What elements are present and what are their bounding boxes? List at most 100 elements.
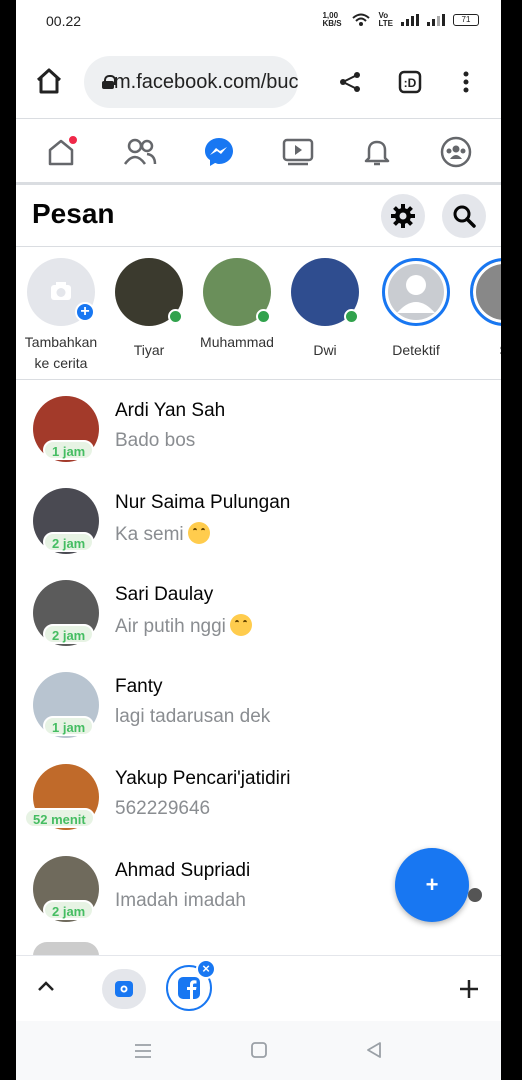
tabs-icon[interactable]: :D — [396, 68, 424, 96]
more-menu-icon[interactable] — [452, 68, 480, 96]
chevron-up-icon[interactable] — [36, 976, 56, 1001]
time-badge: 1 jam — [43, 440, 95, 460]
svg-text::D: :D — [404, 76, 417, 90]
nav-home[interactable] — [37, 128, 85, 176]
browser-toolbar: m.facebook.com/buc :D — [16, 50, 501, 114]
divider — [16, 246, 501, 247]
contact-name: Ahmad Supriadi — [115, 860, 251, 881]
facebook-icon — [178, 977, 200, 999]
groups-icon — [440, 136, 471, 168]
status-bar: 00.22 1,00 KB/S Vo LTE 71 — [16, 0, 501, 42]
story-item[interactable]: Detektif — [376, 258, 456, 361]
nav-watch[interactable] — [274, 128, 322, 176]
page-header: Pesan — [16, 186, 501, 246]
message-snippet: Imadah imadah — [115, 890, 246, 912]
new-tab-icon[interactable] — [458, 978, 480, 1005]
message-snippet: lagi tadarusan dek — [115, 706, 270, 728]
story-label: Muhammad — [200, 334, 274, 350]
story-item[interactable]: Dwi — [285, 258, 365, 361]
conversation-row[interactable]: 1 jam Fanty lagi tadarusan dek — [16, 666, 501, 758]
snippet-text: Imadah imadah — [115, 890, 246, 911]
facebook-nav — [16, 120, 501, 184]
status-icons: 1,00 KB/S Vo LTE 71 — [322, 12, 479, 28]
share-icon[interactable] — [336, 68, 364, 96]
home-icon[interactable] — [34, 66, 64, 96]
new-message-button[interactable]: + — [395, 848, 469, 922]
stories-row: + Tambahkan ke cerita Tiyar Muhammad Dwi… — [16, 252, 501, 380]
conversation-row[interactable]: 1 jam Ardi Yan Sah Bado bos — [16, 390, 501, 482]
story-item[interactable]: S — [464, 258, 501, 361]
snippet-text: Ka semi — [115, 524, 184, 545]
url-text: m.facebook.com/buc — [114, 70, 298, 93]
online-indicator — [344, 309, 359, 324]
friends-icon — [124, 138, 157, 165]
contact-name: Nur Saima Pulungan — [115, 492, 291, 513]
tab-facebook[interactable]: × — [166, 959, 216, 1011]
grin-emoji-icon — [187, 522, 210, 544]
recents-icon[interactable] — [134, 1043, 152, 1064]
nav-groups[interactable] — [432, 128, 480, 176]
story-label: Tambahkan ke cerita — [24, 334, 98, 371]
story-label: Detektif — [392, 342, 440, 358]
tab-other[interactable] — [102, 969, 146, 1009]
time-badge: 2 jam — [43, 624, 95, 644]
divider — [16, 118, 501, 119]
browser-tab-icon — [115, 981, 133, 997]
message-snippet: Ka semi — [115, 522, 210, 546]
snippet-text: Air putih nggi — [115, 616, 226, 637]
avatar — [203, 258, 271, 326]
message-snippet: Bado bos — [115, 430, 195, 452]
conversation-row[interactable]: 2 jam Nur Saima Pulungan Ka semi — [16, 482, 501, 574]
snippet-text: Bado bos — [115, 430, 196, 451]
avatar — [470, 258, 501, 326]
wifi-icon — [352, 13, 371, 26]
story-item[interactable]: Tiyar — [109, 258, 189, 361]
time-badge: 2 jam — [43, 532, 95, 552]
add-story-avatar: + — [27, 258, 95, 326]
status-time: 00.22 — [46, 13, 82, 29]
signal-icon — [401, 14, 419, 26]
time-badge: 1 jam — [43, 716, 95, 736]
contact-name: Yakup Pencari'jatidiri — [115, 768, 291, 789]
net-speed-icon: 1,00 KB/S — [322, 11, 342, 28]
snippet-text: lagi tadarusan dek — [115, 706, 271, 727]
url-bar[interactable]: m.facebook.com/buc — [84, 56, 298, 108]
story-label: S — [464, 340, 501, 361]
system-nav-bar — [16, 1021, 501, 1080]
search-button[interactable] — [442, 194, 486, 238]
story-label: Dwi — [313, 342, 337, 358]
time-badge: 2 jam — [43, 900, 95, 920]
message-snippet: Air putih nggi — [115, 614, 252, 638]
nav-friends[interactable] — [116, 128, 164, 176]
page-title: Pesan — [32, 198, 115, 229]
close-tab-icon[interactable]: × — [196, 959, 216, 979]
story-label: Tiyar — [133, 342, 165, 358]
story-add[interactable]: + Tambahkan ke cerita — [21, 258, 101, 374]
avatar — [33, 942, 99, 956]
story-item[interactable]: Muhammad — [197, 258, 277, 353]
notification-dot — [67, 134, 80, 146]
message-snippet: 562229646 — [115, 798, 210, 820]
contact-name: Sari Daulay — [115, 584, 214, 605]
online-indicator — [168, 309, 183, 324]
home-button-icon[interactable] — [251, 1042, 267, 1063]
gear-icon — [391, 204, 415, 228]
conversation-row[interactable]: 2 jam Sari Daulay Air putih nggi — [16, 574, 501, 666]
time-badge: 52 menit — [24, 808, 95, 828]
signal-2-icon — [427, 14, 445, 26]
settings-button[interactable] — [381, 194, 425, 238]
browser-tab-bar: × — [16, 955, 501, 1021]
chat-head-icon[interactable] — [468, 888, 482, 902]
nav-messenger[interactable] — [195, 128, 243, 176]
nav-divider — [16, 182, 501, 185]
default-avatar-icon — [397, 275, 435, 313]
smile-emoji-icon — [229, 614, 252, 636]
back-icon[interactable] — [366, 1042, 382, 1063]
avatar — [291, 258, 359, 326]
avatar — [115, 258, 183, 326]
contact-name: Ardi Yan Sah — [115, 400, 226, 421]
online-indicator — [256, 309, 271, 324]
video-icon — [282, 138, 314, 166]
conversation-row[interactable]: 52 menit Yakup Pencari'jatidiri 56222964… — [16, 758, 501, 850]
nav-notifications[interactable] — [353, 128, 401, 176]
